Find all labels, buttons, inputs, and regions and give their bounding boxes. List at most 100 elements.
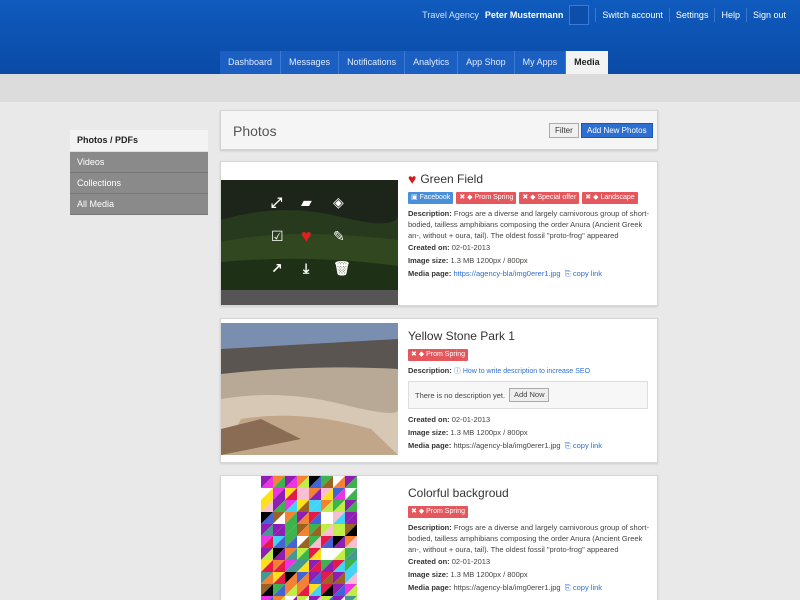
sign-out-link[interactable]: Sign out — [745, 8, 792, 22]
tag-landscape[interactable]: ✖ ◆ Landscape — [582, 192, 638, 204]
tag-special-offer[interactable]: ✖ ◆ Special offer — [519, 192, 580, 204]
settings-link[interactable]: Settings — [668, 8, 715, 22]
created-value: 02-01-2013 — [451, 557, 491, 566]
tag-list: ▣ Facebook ✖ ◆ Prom Spring ✖ ◆ Special o… — [408, 192, 654, 204]
created-label: Created on: — [408, 243, 450, 252]
size-label: Image size: — [408, 570, 449, 579]
tag-facebook[interactable]: ▣ Facebook — [408, 192, 454, 204]
page-title: Photos — [233, 123, 277, 139]
media-page-link[interactable]: https://agency-bla/img0erer1.jpg — [453, 269, 560, 278]
no-description-text: There is no description yet. — [415, 390, 506, 400]
media-page-row: Media page: https://agency-bla/img0erer1… — [408, 581, 654, 594]
checkbox-icon[interactable]: ☑ — [271, 228, 284, 245]
edit-icon[interactable]: ✎ — [333, 228, 345, 245]
media-card: Yellow Stone Park 1 ✖ ◆ Prom Spring Desc… — [220, 318, 658, 463]
add-new-photos-button[interactable]: Add New Photos — [581, 123, 653, 138]
card-title: Colorful backgroud — [408, 486, 509, 500]
media-card: ⤢ ▰ ◈ ☑ ♥ ✎ ↗ ⤓ 🗑 ♥ Green Field ▣ Facebo… — [220, 161, 658, 306]
tag-prom-spring[interactable]: ✖ ◆ Prom Spring — [408, 349, 469, 361]
description-label: Description: — [408, 209, 452, 218]
tab-analytics[interactable]: Analytics — [405, 51, 459, 74]
trash-icon[interactable]: 🗑 — [333, 260, 351, 277]
media-page-label: Media page: — [408, 441, 452, 450]
media-thumbnail[interactable]: ⤢ ▰ ◈ ☑ ♥ ✎ ↗ ⤓ 🗑 — [221, 162, 399, 305]
agency-name: Travel Agency — [422, 10, 479, 20]
sidebar-item-all-media[interactable]: All Media — [70, 194, 208, 215]
tag-prom-spring[interactable]: ✖ ◆ Prom Spring — [456, 192, 517, 204]
copy-link-label: copy link — [572, 583, 603, 592]
account-nav: Travel Agency Peter Mustermann Switch ac… — [422, 5, 792, 25]
created-label: Created on: — [408, 415, 450, 424]
copy-link-label: copy link — [572, 269, 603, 278]
tag-label: Facebook — [419, 194, 451, 201]
created-label: Created on: — [408, 557, 450, 566]
folder-icon[interactable]: ▰ — [301, 194, 312, 211]
top-header: Travel Agency Peter Mustermann Switch ac… — [0, 0, 800, 74]
favorite-heart-icon: ♥ — [408, 171, 417, 187]
sidebar-item-photos[interactable]: Photos / PDFs — [70, 130, 208, 152]
colorful-background-image — [221, 476, 398, 600]
created-value: 02-01-2013 — [451, 243, 491, 252]
tab-notifications[interactable]: Notifications — [339, 51, 406, 74]
sidebar-item-videos[interactable]: Videos — [70, 152, 208, 173]
switch-account-link[interactable]: Switch account — [595, 8, 669, 22]
media-page-link[interactable]: https://agency-bla/img0erer1.jpg — [453, 441, 560, 450]
size-value: 1.3 MB 1200px / 800px — [450, 570, 528, 579]
tag-label: Prom Spring — [426, 351, 466, 358]
size-value: 1.3 MB 1200px / 800px — [450, 256, 528, 265]
media-page-row: Media page: https://agency-bla/img0erer1… — [408, 439, 654, 452]
created-value: 02-01-2013 — [451, 415, 491, 424]
expand-icon[interactable]: ⤢ — [271, 194, 282, 211]
created-row: Created on: 02-01-2013 — [408, 413, 654, 426]
no-description-box: There is no description yet. Add Now — [408, 381, 648, 409]
yellowstone-image — [221, 319, 399, 462]
user-name[interactable]: Peter Mustermann — [485, 10, 564, 20]
sidebar-item-collections[interactable]: Collections — [70, 173, 208, 194]
tab-media[interactable]: Media — [566, 51, 608, 74]
tag-label: Special offer — [537, 194, 577, 201]
seo-help-text: How to write description to increase SEO — [462, 368, 591, 375]
media-thumbnail[interactable] — [221, 476, 398, 600]
media-card: Colorful backgroud ✖ ◆ Prom Spring Descr… — [220, 475, 658, 600]
download-icon[interactable]: ⤓ — [303, 260, 309, 277]
description: Description: Frogs are a diverse and lar… — [408, 522, 654, 555]
filter-button[interactable]: Filter — [549, 123, 579, 138]
copy-link[interactable]: ⎘ copy link — [565, 583, 602, 592]
tab-dashboard[interactable]: Dashboard — [220, 51, 282, 74]
media-page-label: Media page: — [408, 583, 452, 592]
copy-link[interactable]: ⎘ copy link — [565, 269, 602, 278]
created-row: Created on: 02-01-2013 — [408, 241, 654, 254]
heart-icon[interactable]: ♥ — [301, 226, 312, 247]
add-now-button[interactable]: Add Now — [509, 388, 550, 402]
copy-link[interactable]: ⎘ copy link — [565, 441, 602, 450]
media-page-row: Media page: https://agency-bla/img0erer1… — [408, 267, 654, 280]
tag-prom-spring[interactable]: ✖ ◆ Prom Spring — [408, 506, 469, 518]
share-icon[interactable]: ↗ — [271, 260, 283, 277]
sub-bar — [0, 74, 800, 102]
description-label: Description: — [408, 523, 452, 532]
size-value: 1.3 MB 1200px / 800px — [450, 428, 528, 437]
description: Description: Frogs are a diverse and lar… — [408, 208, 654, 241]
size-row: Image size: 1.3 MB 1200px / 800px — [408, 568, 654, 581]
main-tabs: Dashboard Messages Notifications Analyti… — [220, 51, 608, 74]
avatar[interactable] — [569, 5, 590, 25]
tag-list: ✖ ◆ Prom Spring — [408, 349, 654, 361]
tab-messages[interactable]: Messages — [281, 51, 340, 74]
tab-my-apps[interactable]: My Apps — [514, 51, 567, 74]
tab-app-shop[interactable]: App Shop — [458, 51, 515, 74]
copy-link-label: copy link — [572, 441, 603, 450]
tag-label: Landscape — [600, 194, 635, 201]
media-page-link[interactable]: https://agency-bla/img0erer1.jpg — [453, 583, 560, 592]
tag-label: Prom Spring — [426, 508, 466, 515]
tag-label: Prom Spring — [474, 194, 514, 201]
size-label: Image size: — [408, 256, 449, 265]
seo-help-link[interactable]: ⓘ How to write description to increase S… — [454, 368, 590, 375]
tag-list: ✖ ◆ Prom Spring — [408, 506, 654, 518]
media-thumbnail[interactable] — [221, 319, 399, 462]
card-title-text: Green Field — [420, 172, 484, 186]
help-link[interactable]: Help — [714, 8, 746, 22]
size-label: Image size: — [408, 428, 449, 437]
card-title: ♥ Green Field — [408, 170, 654, 188]
media-page-label: Media page: — [408, 269, 452, 278]
tags-icon[interactable]: ◈ — [333, 194, 344, 211]
